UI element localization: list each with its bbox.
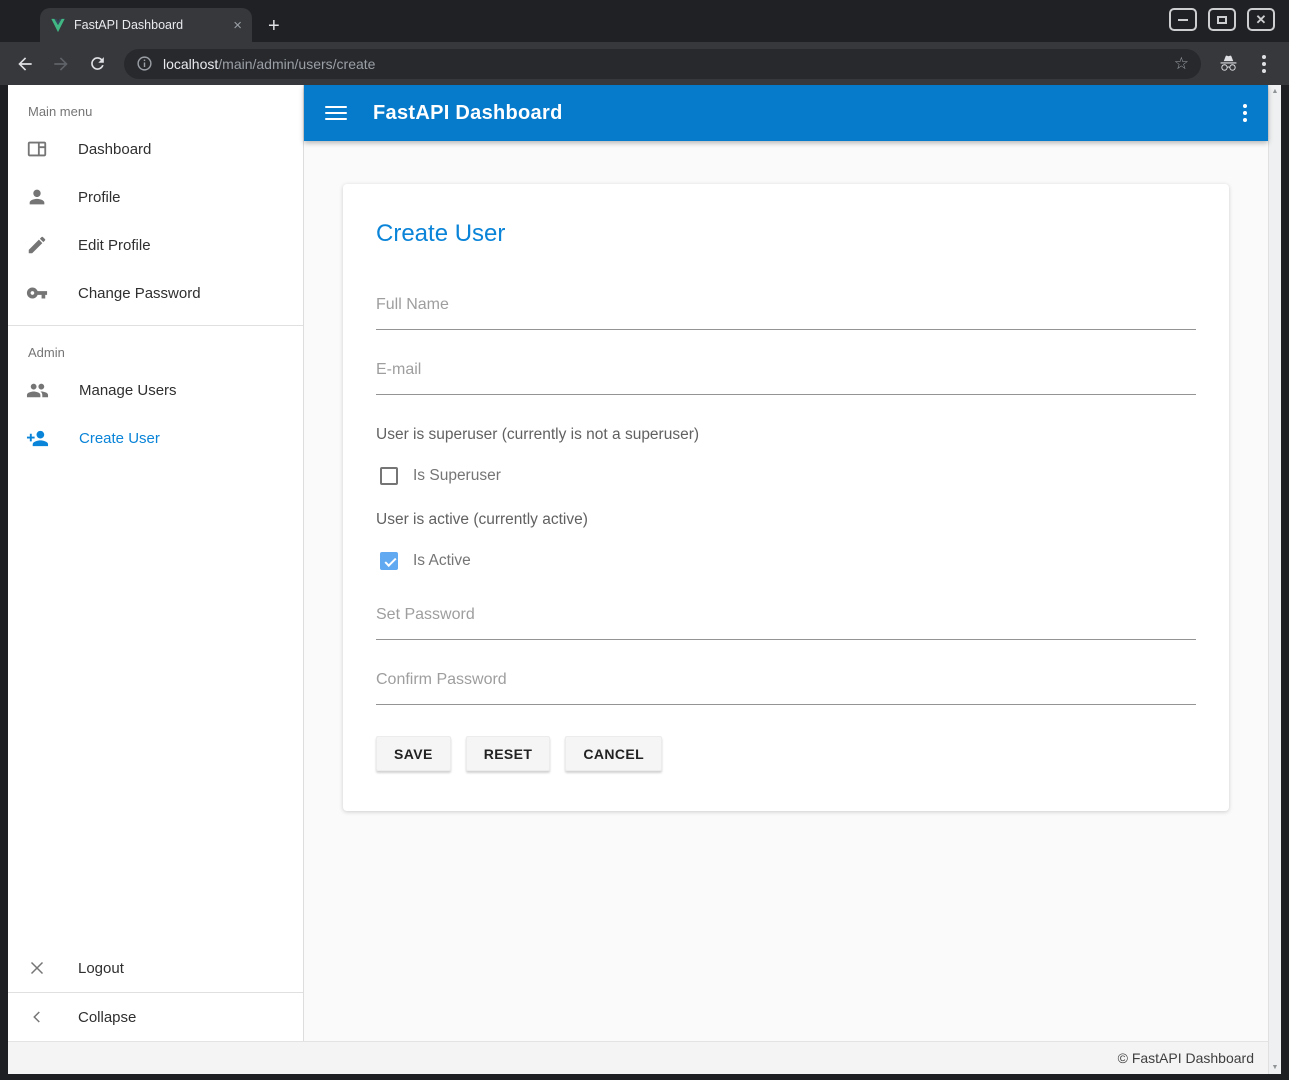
- back-arrow-icon: [15, 54, 35, 74]
- pencil-icon: [26, 234, 48, 256]
- person-icon: [26, 186, 48, 208]
- kebab-menu-icon: [1262, 55, 1266, 73]
- sidebar-item-label: Profile: [78, 189, 121, 206]
- maximize-icon: [1217, 16, 1227, 24]
- key-icon: [26, 282, 48, 304]
- browser-menu-button[interactable]: [1249, 49, 1279, 79]
- forward-arrow-icon: [51, 54, 71, 74]
- app-title: FastAPI Dashboard: [373, 102, 563, 125]
- sidebar-spacer: [8, 462, 303, 944]
- dashboard-icon: [26, 138, 48, 160]
- set-password-label: Set Password: [376, 606, 475, 623]
- browser-window: FastAPI Dashboard × + ✕: [0, 0, 1289, 1080]
- tab-title: FastAPI Dashboard: [74, 18, 225, 32]
- sidebar-item-label: Manage Users: [79, 382, 177, 399]
- maximize-button[interactable]: [1208, 8, 1236, 31]
- superuser-note: User is superuser (currently is not a su…: [376, 426, 1196, 444]
- sidebar-item-collapse[interactable]: Collapse: [8, 993, 303, 1041]
- chevron-left-icon: [26, 1006, 48, 1028]
- address-bar[interactable]: localhost/main/admin/users/create ☆: [124, 49, 1201, 79]
- sidebar: Main menu Dashboard Profile: [8, 85, 304, 1041]
- sidebar-item-label: Logout: [78, 960, 124, 977]
- reset-button[interactable]: RESET: [466, 736, 551, 771]
- minimize-icon: [1178, 19, 1188, 21]
- incognito-indicator: [1213, 49, 1243, 79]
- people-icon: [26, 379, 49, 402]
- close-window-icon: ✕: [1256, 13, 1267, 26]
- app-viewport: Main menu Dashboard Profile: [8, 85, 1281, 1074]
- main-area: FastAPI Dashboard Create User Full Name …: [304, 85, 1268, 1041]
- email-field[interactable]: E-mail: [376, 361, 1196, 395]
- new-tab-button[interactable]: +: [268, 16, 280, 36]
- tab-close-icon[interactable]: ×: [233, 17, 242, 34]
- person-add-icon: [26, 427, 49, 450]
- reload-icon: [88, 54, 107, 73]
- sidebar-item-change-password[interactable]: Change Password: [8, 269, 303, 317]
- window-controls: ✕: [1169, 8, 1275, 31]
- sidebar-item-edit-profile[interactable]: Edit Profile: [8, 221, 303, 269]
- browser-toolbar: localhost/main/admin/users/create ☆: [0, 42, 1289, 85]
- sidebar-item-label: Dashboard: [78, 141, 151, 158]
- is-active-checkbox[interactable]: [380, 552, 398, 570]
- page-body: Main menu Dashboard Profile: [8, 85, 1268, 1041]
- is-active-label: Is Active: [413, 552, 471, 570]
- confirm-password-label: Confirm Password: [376, 671, 507, 688]
- sidebar-item-dashboard[interactable]: Dashboard: [8, 125, 303, 173]
- sidebar-item-label: Change Password: [78, 285, 201, 302]
- content-area: Create User Full Name E-mail User is sup…: [304, 141, 1268, 1041]
- appbar-menu-icon[interactable]: [1243, 104, 1247, 122]
- is-superuser-checkbox[interactable]: [380, 467, 398, 485]
- sidebar-item-label: Collapse: [78, 1009, 136, 1026]
- form-buttons: SAVE RESET CANCEL: [376, 736, 1196, 771]
- sidebar-item-logout[interactable]: Logout: [8, 944, 303, 992]
- full-name-label: Full Name: [376, 296, 449, 313]
- sidebar-section-admin: Admin: [8, 326, 303, 366]
- incognito-icon: [1218, 54, 1239, 73]
- app-bar: FastAPI Dashboard: [304, 85, 1268, 141]
- scroll-up-icon[interactable]: ▲: [1272, 88, 1279, 95]
- reload-button[interactable]: [82, 49, 112, 79]
- sidebar-item-create-user[interactable]: Create User: [8, 414, 303, 462]
- sidebar-item-manage-users[interactable]: Manage Users: [8, 366, 303, 414]
- save-button[interactable]: SAVE: [376, 736, 451, 771]
- url-text[interactable]: localhost/main/admin/users/create: [163, 56, 1164, 72]
- confirm-password-field[interactable]: Confirm Password: [376, 671, 1196, 705]
- url-path: /main/admin/users/create: [218, 56, 375, 72]
- hamburger-menu-icon[interactable]: [325, 106, 347, 120]
- footer: © FastAPI Dashboard: [8, 1041, 1268, 1074]
- close-window-button[interactable]: ✕: [1247, 8, 1275, 31]
- set-password-field[interactable]: Set Password: [376, 606, 1196, 640]
- full-name-field[interactable]: Full Name: [376, 296, 1196, 330]
- bookmark-star-icon[interactable]: ☆: [1174, 54, 1189, 74]
- close-icon: [26, 957, 48, 979]
- is-superuser-label: Is Superuser: [413, 467, 501, 485]
- forward-button[interactable]: [46, 49, 76, 79]
- active-note: User is active (currently active): [376, 511, 1196, 529]
- page-title: Create User: [376, 220, 1196, 248]
- email-label: E-mail: [376, 361, 421, 378]
- url-host: localhost: [163, 56, 218, 72]
- sidebar-section-main-menu: Main menu: [8, 85, 303, 125]
- browser-titlebar: FastAPI Dashboard × + ✕: [0, 0, 1289, 42]
- cancel-button[interactable]: CANCEL: [565, 736, 662, 771]
- site-info-icon[interactable]: [136, 55, 153, 72]
- sidebar-item-profile[interactable]: Profile: [8, 173, 303, 221]
- is-active-checkbox-row[interactable]: Is Active: [380, 552, 1196, 570]
- back-button[interactable]: [10, 49, 40, 79]
- page: Main menu Dashboard Profile: [8, 85, 1268, 1074]
- sidebar-item-label: Create User: [79, 430, 160, 447]
- footer-text: © FastAPI Dashboard: [1118, 1050, 1254, 1066]
- vue-favicon-icon: [50, 18, 66, 33]
- sidebar-item-label: Edit Profile: [78, 237, 151, 254]
- page-scrollbar[interactable]: ▲ ▼: [1268, 85, 1281, 1074]
- scroll-down-icon[interactable]: ▼: [1272, 1064, 1279, 1071]
- minimize-button[interactable]: [1169, 8, 1197, 31]
- create-user-card: Create User Full Name E-mail User is sup…: [343, 184, 1229, 811]
- browser-tab[interactable]: FastAPI Dashboard ×: [40, 8, 252, 42]
- is-superuser-checkbox-row[interactable]: Is Superuser: [380, 467, 1196, 485]
